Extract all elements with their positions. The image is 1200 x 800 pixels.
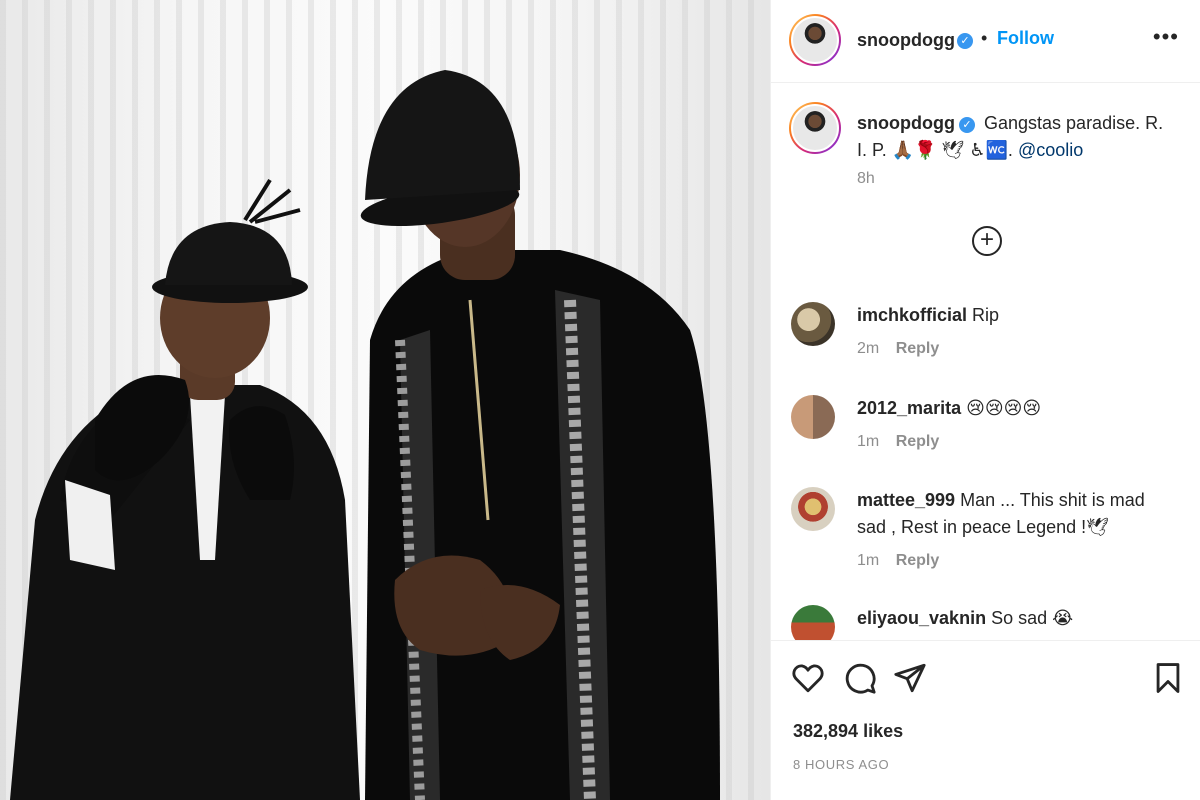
commenter-avatar[interactable]: [791, 395, 835, 439]
comment-body: So sad 😭: [991, 608, 1074, 628]
commenter-username[interactable]: eliyaou_vaknin: [857, 608, 986, 628]
caption-mention-link[interactable]: @coolio: [1018, 140, 1083, 160]
commenter-username[interactable]: imchkofficial: [857, 305, 967, 325]
right-person-figure: [360, 70, 720, 800]
comment-icon[interactable]: [843, 661, 877, 695]
separator-dot: •: [981, 28, 988, 48]
left-person-figure: [10, 178, 360, 800]
comment-text: eliyaou_vaknin So sad 😭: [857, 605, 1177, 632]
comment-meta: 1m Reply: [857, 433, 939, 451]
comment-body: Rip: [972, 305, 1000, 325]
comment-meta: 2m Reply: [857, 340, 939, 358]
load-more-comments-icon[interactable]: +: [972, 226, 1002, 256]
post-sidebar: snoopdogg ✓ • Follow ••• snoopdogg ✓ Gang…: [770, 0, 1200, 800]
reply-button[interactable]: Reply: [896, 340, 940, 357]
heart-icon[interactable]: [791, 661, 825, 695]
post-caption: snoopdogg ✓ Gangstas paradise. R. I. P. 🙏…: [857, 110, 1177, 164]
caption-username[interactable]: snoopdogg: [857, 113, 955, 133]
post-timestamp: 8 HOURS AGO: [793, 757, 890, 772]
bookmark-icon[interactable]: [1151, 661, 1185, 695]
comment-text: imchkofficial Rip: [857, 302, 1177, 329]
comment-time: 2m: [857, 340, 880, 357]
author-avatar[interactable]: [789, 14, 841, 66]
comment-body: 😢😢😢😢: [966, 398, 1042, 418]
post-photo-illustration: [10, 70, 720, 800]
comment-text: 2012_marita 😢😢😢😢: [857, 395, 1177, 422]
share-icon[interactable]: [893, 661, 927, 695]
commenter-username[interactable]: mattee_999: [857, 490, 955, 510]
commenter-avatar[interactable]: [791, 302, 835, 346]
commenter-avatar[interactable]: [791, 487, 835, 531]
post-photo[interactable]: [0, 0, 770, 800]
commenter-username[interactable]: 2012_marita: [857, 398, 961, 418]
comment-time: 1m: [857, 433, 880, 450]
comment-meta: 1m Reply: [857, 552, 939, 570]
caption-timestamp: 8h: [857, 170, 875, 187]
caption-author-avatar[interactable]: [789, 102, 841, 154]
likes-count[interactable]: 382,894 likes: [793, 721, 903, 742]
comment-text: mattee_999 Man ... This shit is mad sad …: [857, 487, 1177, 541]
more-options-icon[interactable]: •••: [1153, 24, 1179, 50]
reply-button[interactable]: Reply: [896, 433, 940, 450]
caption-verified-badge-icon: ✓: [958, 117, 975, 133]
follow-button[interactable]: Follow: [997, 28, 1054, 49]
verified-badge-icon: ✓: [957, 33, 973, 49]
comment-time: 1m: [857, 552, 880, 569]
reply-button[interactable]: Reply: [896, 552, 940, 569]
author-username[interactable]: snoopdogg: [857, 30, 955, 51]
post-actions: 382,894 likes 8 HOURS AGO: [771, 640, 1200, 800]
post-header: snoopdogg ✓ • Follow •••: [771, 0, 1200, 83]
